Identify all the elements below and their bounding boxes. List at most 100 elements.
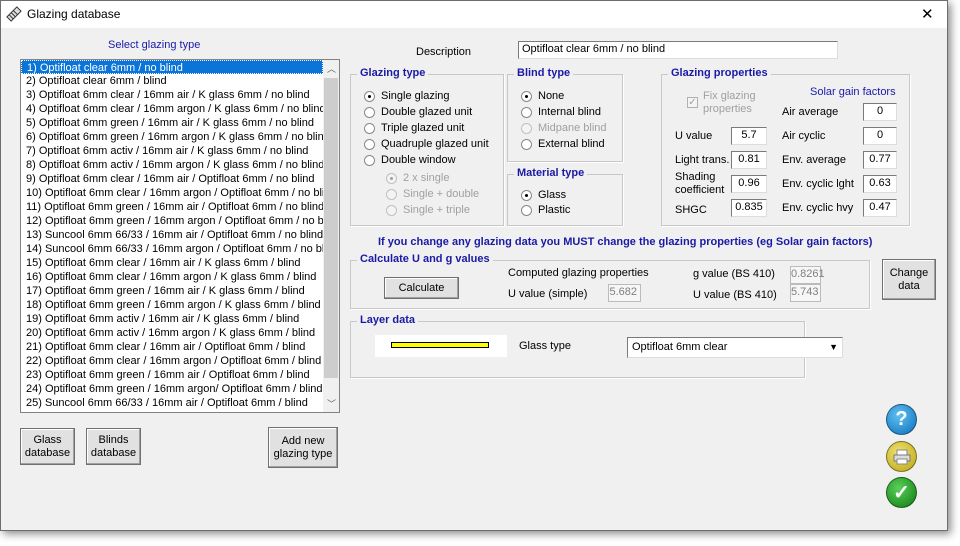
glass-database-button[interactable]: Glass database: [20, 428, 75, 465]
glazing-type-group: Glazing type Single glazing Double glaze…: [350, 67, 504, 226]
list-item[interactable]: 19) Optifloat 6mm activ / 16mm air / K g…: [21, 312, 323, 326]
radio-glass[interactable]: Glass: [521, 189, 566, 201]
list-item[interactable]: 5) Optifloat 6mm green / 16mm air / K gl…: [21, 116, 323, 130]
list-heading: Select glazing type: [108, 39, 201, 51]
calculate-title: Calculate U and g values: [357, 253, 493, 265]
list-item[interactable]: 20) Optifloat 6mm activ / 16mm argon / K…: [21, 326, 323, 340]
radio-single-glazing[interactable]: Single glazing: [364, 90, 450, 102]
change-data-button[interactable]: Change data: [882, 259, 936, 300]
help-icon[interactable]: ?: [886, 404, 917, 435]
list-item[interactable]: 6) Optifloat 6mm green / 16mm argon / K …: [21, 130, 323, 144]
list-item[interactable]: 22) Optifloat 6mm clear / 16mm argon / O…: [21, 354, 323, 368]
env-cyclic-hvy-input[interactable]: 0.47: [863, 199, 897, 217]
radio-double-window[interactable]: Double window: [364, 154, 456, 166]
description-input[interactable]: Optifloat clear 6mm / no blind: [518, 41, 838, 59]
env-average-input[interactable]: 0.77: [863, 151, 897, 169]
close-icon[interactable]: ✕: [921, 5, 934, 23]
shading-coefficient-input[interactable]: 0.96: [731, 175, 767, 193]
list-item[interactable]: 8) Optifloat 6mm activ / 16mm argon / K …: [21, 158, 323, 172]
u-bs410-output: 5.743: [790, 284, 821, 302]
list-item[interactable]: 17) Optifloat 6mm green / 16mm air / K g…: [21, 284, 323, 298]
u-value-label: U value: [675, 130, 713, 142]
radio-internal-blind[interactable]: Internal blind: [521, 106, 601, 118]
material-type-group: Material type Glass Plastic: [507, 167, 623, 226]
env-cyclic-lght-label: Env. cyclic lght: [782, 178, 854, 190]
add-new-glazing-type-button[interactable]: Add new glazing type: [268, 427, 338, 468]
air-average-input[interactable]: 0: [863, 103, 897, 121]
list-item[interactable]: 10) Optifloat 6mm clear / 16mm argon / O…: [21, 186, 323, 200]
light-trans-label: Light trans.: [675, 154, 730, 166]
env-average-label: Env. average: [782, 154, 847, 166]
glass-type-select[interactable]: Optifloat 6mm clear ▼: [627, 337, 843, 358]
shgc-label: SHGC: [675, 204, 707, 216]
env-cyclic-hvy-label: Env. cyclic hvy: [782, 202, 854, 214]
radio-midpane-blind[interactable]: Midpane blind: [521, 122, 607, 134]
radio-single-plus-triple[interactable]: Single + triple: [386, 204, 470, 216]
u-simple-label: U value (simple): [508, 288, 588, 300]
glazing-type-title: Glazing type: [357, 67, 429, 79]
fix-properties-label: Fix glazing properties: [703, 90, 756, 115]
list-item[interactable]: 11) Optifloat 6mm green / 16mm air / Opt…: [21, 200, 323, 214]
scrollbar-thumb[interactable]: [324, 78, 338, 378]
glazing-properties-group: Glazing properties ✓ Fix glazing propert…: [661, 67, 910, 226]
blinds-database-button[interactable]: Blinds database: [86, 428, 141, 465]
shading-coefficient-label: Shading coefficient: [675, 171, 725, 196]
list-item[interactable]: 24) Optifloat 6mm green / 16mm argon/ Op…: [21, 382, 323, 396]
air-cyclic-label: Air cyclic: [782, 130, 826, 142]
list-item[interactable]: 1) Optifloat clear 6mm / no blind: [21, 60, 323, 74]
env-cyclic-lght-input[interactable]: 0.63: [863, 175, 897, 193]
radio-external-blind[interactable]: External blind: [521, 138, 605, 150]
light-trans-input[interactable]: 0.81: [731, 151, 767, 169]
list-item[interactable]: 25) Suncool 6mm 66/33 / 16mm air / Optif…: [21, 396, 323, 410]
calculate-group: Calculate U and g values Calculate Compu…: [350, 253, 870, 309]
list-item[interactable]: 7) Optifloat 6mm activ / 16mm air / K gl…: [21, 144, 323, 158]
u-value-input[interactable]: 5.7: [731, 127, 767, 145]
solar-gain-factors-title: Solar gain factors: [810, 86, 896, 98]
radio-double-glazed-unit[interactable]: Double glazed unit: [364, 106, 472, 118]
list-item[interactable]: 18) Optifloat 6mm green / 16mm argon / K…: [21, 298, 323, 312]
u-simple-output: 5.682: [608, 284, 641, 302]
g-bs410-output: 0.8261: [790, 266, 825, 284]
chevron-down-icon[interactable]: ▼: [829, 338, 838, 357]
radio-triple-glazed-unit[interactable]: Triple glazed unit: [364, 122, 464, 134]
scroll-up-icon[interactable]: ︿: [327, 62, 336, 75]
g-bs410-label: g value (BS 410): [693, 268, 775, 280]
radio-2x-single[interactable]: 2 x single: [386, 172, 449, 184]
air-cyclic-input[interactable]: 0: [863, 127, 897, 145]
layer-preview: [375, 335, 507, 357]
computed-properties-label: Computed glazing properties: [508, 267, 649, 279]
blind-type-title: Blind type: [514, 67, 574, 79]
radio-blind-none[interactable]: None: [521, 90, 564, 102]
list-item[interactable]: 13) Suncool 6mm 66/33 / 16mm air / Optif…: [21, 228, 323, 242]
layer-data-group: Layer data Glass type Optifloat 6mm clea…: [350, 314, 843, 378]
radio-quadruple-glazed-unit[interactable]: Quadruple glazed unit: [364, 138, 489, 150]
list-item[interactable]: 15) Optifloat 6mm clear / 16mm air / K g…: [21, 256, 323, 270]
glass-type-label: Glass type: [519, 340, 571, 352]
fix-properties-checkbox[interactable]: ✓: [687, 97, 698, 108]
material-type-title: Material type: [514, 167, 588, 179]
scroll-down-icon[interactable]: ﹀: [327, 397, 336, 410]
description-label: Description: [416, 46, 472, 58]
glazing-database-window: Glazing database ✕ Select glazing type 1…: [0, 0, 948, 531]
warning-text: If you change any glazing data you MUST …: [378, 236, 873, 248]
list-item[interactable]: 2) Optifloat clear 6mm / blind: [21, 74, 323, 88]
print-icon[interactable]: [886, 441, 917, 472]
list-scrollbar[interactable]: ︿ ﹀: [323, 60, 339, 412]
list-item[interactable]: 12) Optifloat 6mm green / 16mm argon / O…: [21, 214, 323, 228]
list-item[interactable]: 4) Optifloat 6mm clear / 16mm argon / K …: [21, 102, 323, 116]
calculate-button[interactable]: Calculate: [384, 277, 459, 299]
glazing-type-list[interactable]: 1) Optifloat clear 6mm / no blind 2) Opti…: [20, 59, 340, 413]
glazing-properties-title: Glazing properties: [668, 67, 771, 79]
radio-single-plus-double[interactable]: Single + double: [386, 188, 479, 200]
list-item[interactable]: 23) Optifloat 6mm green / 16mm air / Opt…: [21, 368, 323, 382]
title-bar: Glazing database ✕: [1, 1, 947, 28]
list-item[interactable]: 16) Optifloat 6mm clear / 16mm argon / K…: [21, 270, 323, 284]
radio-plastic[interactable]: Plastic: [521, 204, 570, 216]
air-average-label: Air average: [782, 106, 839, 118]
list-item[interactable]: 3) Optifloat 6mm clear / 16mm air / K gl…: [21, 88, 323, 102]
list-item[interactable]: 21) Optifloat 6mm clear / 16mm air / Opt…: [21, 340, 323, 354]
shgc-input[interactable]: 0.835: [731, 199, 767, 217]
list-item[interactable]: 14) Suncool 6mm 66/33 / 16mm argon / Opt…: [21, 242, 323, 256]
list-item[interactable]: 9) Optifloat 6mm clear / 16mm air / Opti…: [21, 172, 323, 186]
ok-check-icon[interactable]: ✓: [886, 477, 917, 508]
